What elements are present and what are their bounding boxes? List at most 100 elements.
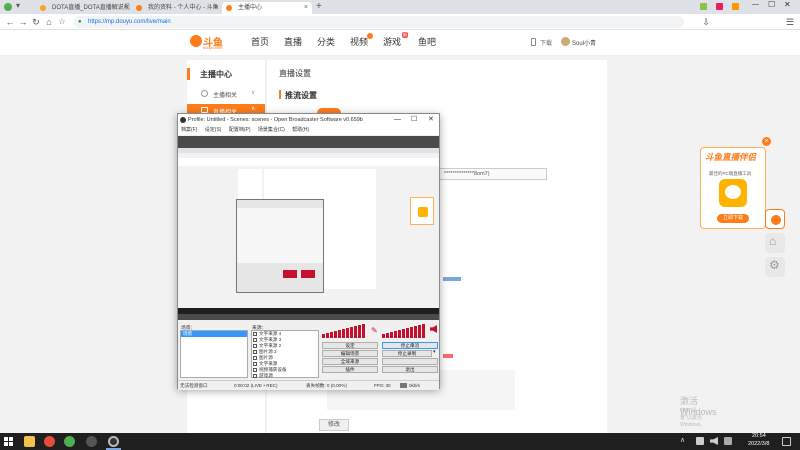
extension-icon[interactable] [716, 3, 723, 10]
extension-icon[interactable] [700, 3, 707, 10]
float-settings-button[interactable]: ⚙ [765, 257, 785, 277]
tab-label: 我的资料 - 个人中心 - 斗鱼 [148, 5, 219, 11]
source-item[interactable]: 游戏源 [252, 373, 318, 379]
explorer-icon[interactable] [24, 436, 35, 447]
exit-button[interactable]: 退出 [382, 366, 438, 373]
obs-preview[interactable] [178, 136, 439, 320]
sidebar-item-anchor[interactable]: 主播相关 ∨ [187, 88, 265, 100]
back-arrow-icon[interactable]: ← [4, 16, 16, 28]
promo-close-button[interactable]: × [762, 137, 771, 146]
nav-category[interactable]: 分类 [317, 36, 335, 48]
mic-icon[interactable]: ✎ [371, 326, 378, 335]
edit-scene-button[interactable]: 编辑场景 [322, 350, 378, 357]
new-tab-button[interactable]: + [316, 1, 322, 13]
checkbox-icon[interactable] [253, 373, 257, 378]
exit-label: 退出 [405, 367, 415, 372]
forward-arrow-icon[interactable]: → [17, 16, 29, 28]
sources-list[interactable]: 文字来源 4 文字来源 3 文字来源 2 图片源 2 图片源 文字来源 视频捕获… [251, 330, 319, 378]
maximize-button[interactable]: ☐ [768, 0, 775, 9]
address-bar[interactable]: ● https://mp.douyu.com/live/main [74, 16, 684, 28]
copy-link[interactable] [443, 277, 461, 281]
checkbox-icon[interactable] [253, 331, 257, 336]
close-button[interactable]: ✕ [784, 0, 791, 9]
status-time: 0:00:02 (LIVE • REC) [234, 383, 278, 388]
global-sources-button[interactable]: 全域来源 [322, 358, 378, 365]
bookmark-star-icon[interactable]: ☆ [56, 16, 68, 28]
obs-maximize-button[interactable]: ☐ [411, 114, 417, 126]
browser-tab-dota[interactable]: DOTA直播_DOTA直播解说视 × [36, 2, 132, 14]
network-icon[interactable] [696, 437, 704, 445]
obs-icon[interactable] [108, 436, 119, 447]
notification-icon[interactable] [782, 437, 791, 446]
phone-icon[interactable] [531, 38, 536, 46]
tray-chevron-icon[interactable]: ∧ [680, 436, 685, 444]
browser-tab-profile[interactable]: 我的资料 - 个人中心 - 斗鱼 × [132, 2, 222, 14]
promo-title: 斗鱼直播伴侣 [705, 152, 757, 162]
download-link[interactable]: 下载 [540, 38, 552, 47]
float-home-button[interactable]: ⌂ [765, 233, 785, 253]
nav-fishbar[interactable]: 鱼吧 [418, 36, 436, 48]
stop-record-button[interactable]: 停止录制 [382, 350, 432, 357]
browser-logo-icon[interactable] [4, 3, 12, 11]
obs-menu-scene-collection[interactable]: 场景集合(C) [258, 127, 285, 133]
obs-menu-file[interactable]: 档案(F) [181, 127, 197, 133]
windows-start-icon[interactable] [4, 437, 13, 446]
avatar[interactable] [561, 37, 570, 46]
obs-menu-profile[interactable]: 配置档(P) [229, 127, 251, 133]
float-play-button[interactable] [765, 209, 785, 229]
browser-tab-anchor-center[interactable]: 主播中心 × [222, 2, 312, 14]
plugins-button[interactable]: 插件 [322, 366, 378, 373]
volume-icon[interactable] [710, 437, 718, 445]
username[interactable]: Soul小青 [572, 38, 596, 47]
tab-close-icon[interactable]: × [124, 2, 128, 14]
taskbar-date[interactable]: 2022/3/8 [748, 441, 769, 447]
obs-menu-settings[interactable]: 设定(S) [205, 127, 222, 133]
record-dropdown-icon[interactable]: ▾ [433, 349, 436, 355]
tab-close-icon[interactable]: × [214, 2, 218, 14]
reload-icon[interactable]: ↻ [30, 16, 42, 28]
game-icon[interactable] [86, 436, 97, 447]
obs-menu-help[interactable]: 帮助(H) [292, 127, 309, 133]
browser-green-icon[interactable] [64, 436, 75, 447]
logo-subtext: douyu.com [203, 45, 223, 50]
warning-link[interactable] [443, 354, 453, 358]
promo-download-button[interactable]: 立即下载 [717, 214, 749, 223]
douyu-logo[interactable]: 斗鱼 douyu.com [190, 34, 230, 52]
checkbox-icon[interactable] [253, 337, 257, 342]
obs-close-button[interactable]: ✕ [428, 114, 434, 126]
nav-live[interactable]: 直播 [284, 36, 302, 48]
checkbox-icon[interactable] [253, 361, 257, 366]
nav-home[interactable]: 首页 [251, 36, 269, 48]
companion-promo-card[interactable]: 斗鱼直播伴侣 最佳的PC端直播工具 立即下载 [700, 147, 766, 229]
stream-code-field[interactable]: **************8om7) [439, 168, 547, 180]
tab-label: 主播中心 [238, 5, 263, 11]
checkbox-icon[interactable] [253, 343, 257, 348]
scene-item[interactable]: 场景 [181, 331, 247, 337]
obs-minimize-button[interactable]: — [394, 114, 401, 126]
checkbox-icon[interactable] [253, 367, 257, 372]
speaker-icon[interactable] [430, 325, 437, 333]
settings-button[interactable]: 设定 [322, 342, 378, 349]
minimize-button[interactable]: — [752, 1, 759, 8]
sidebar-title-text: 主播中心 [200, 70, 232, 79]
checkbox-icon[interactable] [253, 349, 257, 354]
tab-close-icon[interactable]: × [304, 2, 308, 14]
scenes-list[interactable]: 场景 [180, 330, 248, 378]
tab-list-icon[interactable]: ▾ [16, 1, 20, 10]
taskbar-time[interactable]: 20:54 [752, 433, 766, 439]
tab-label: DOTA直播_DOTA直播解说视 [52, 5, 130, 11]
global-sources-label: 全域来源 [340, 359, 360, 364]
settings-button-label: 设定 [345, 343, 355, 348]
modify-button[interactable]: 修改 [319, 419, 349, 431]
nav-video[interactable]: 视频 [350, 36, 368, 48]
checkbox-icon[interactable] [253, 355, 257, 360]
menu-icon[interactable]: ☰ [784, 16, 796, 28]
nav-game[interactable]: 游戏 [383, 36, 401, 48]
stop-stream-button[interactable]: 停止串流 [382, 342, 438, 349]
ime-icon[interactable] [724, 437, 732, 445]
download-icon[interactable]: ⇩ [700, 16, 712, 28]
extension-icon[interactable] [732, 3, 739, 10]
home-icon[interactable]: ⌂ [43, 16, 55, 28]
address-bar-url: https://mp.douyu.com/live/main [88, 19, 171, 25]
app-red-icon[interactable] [44, 436, 55, 447]
